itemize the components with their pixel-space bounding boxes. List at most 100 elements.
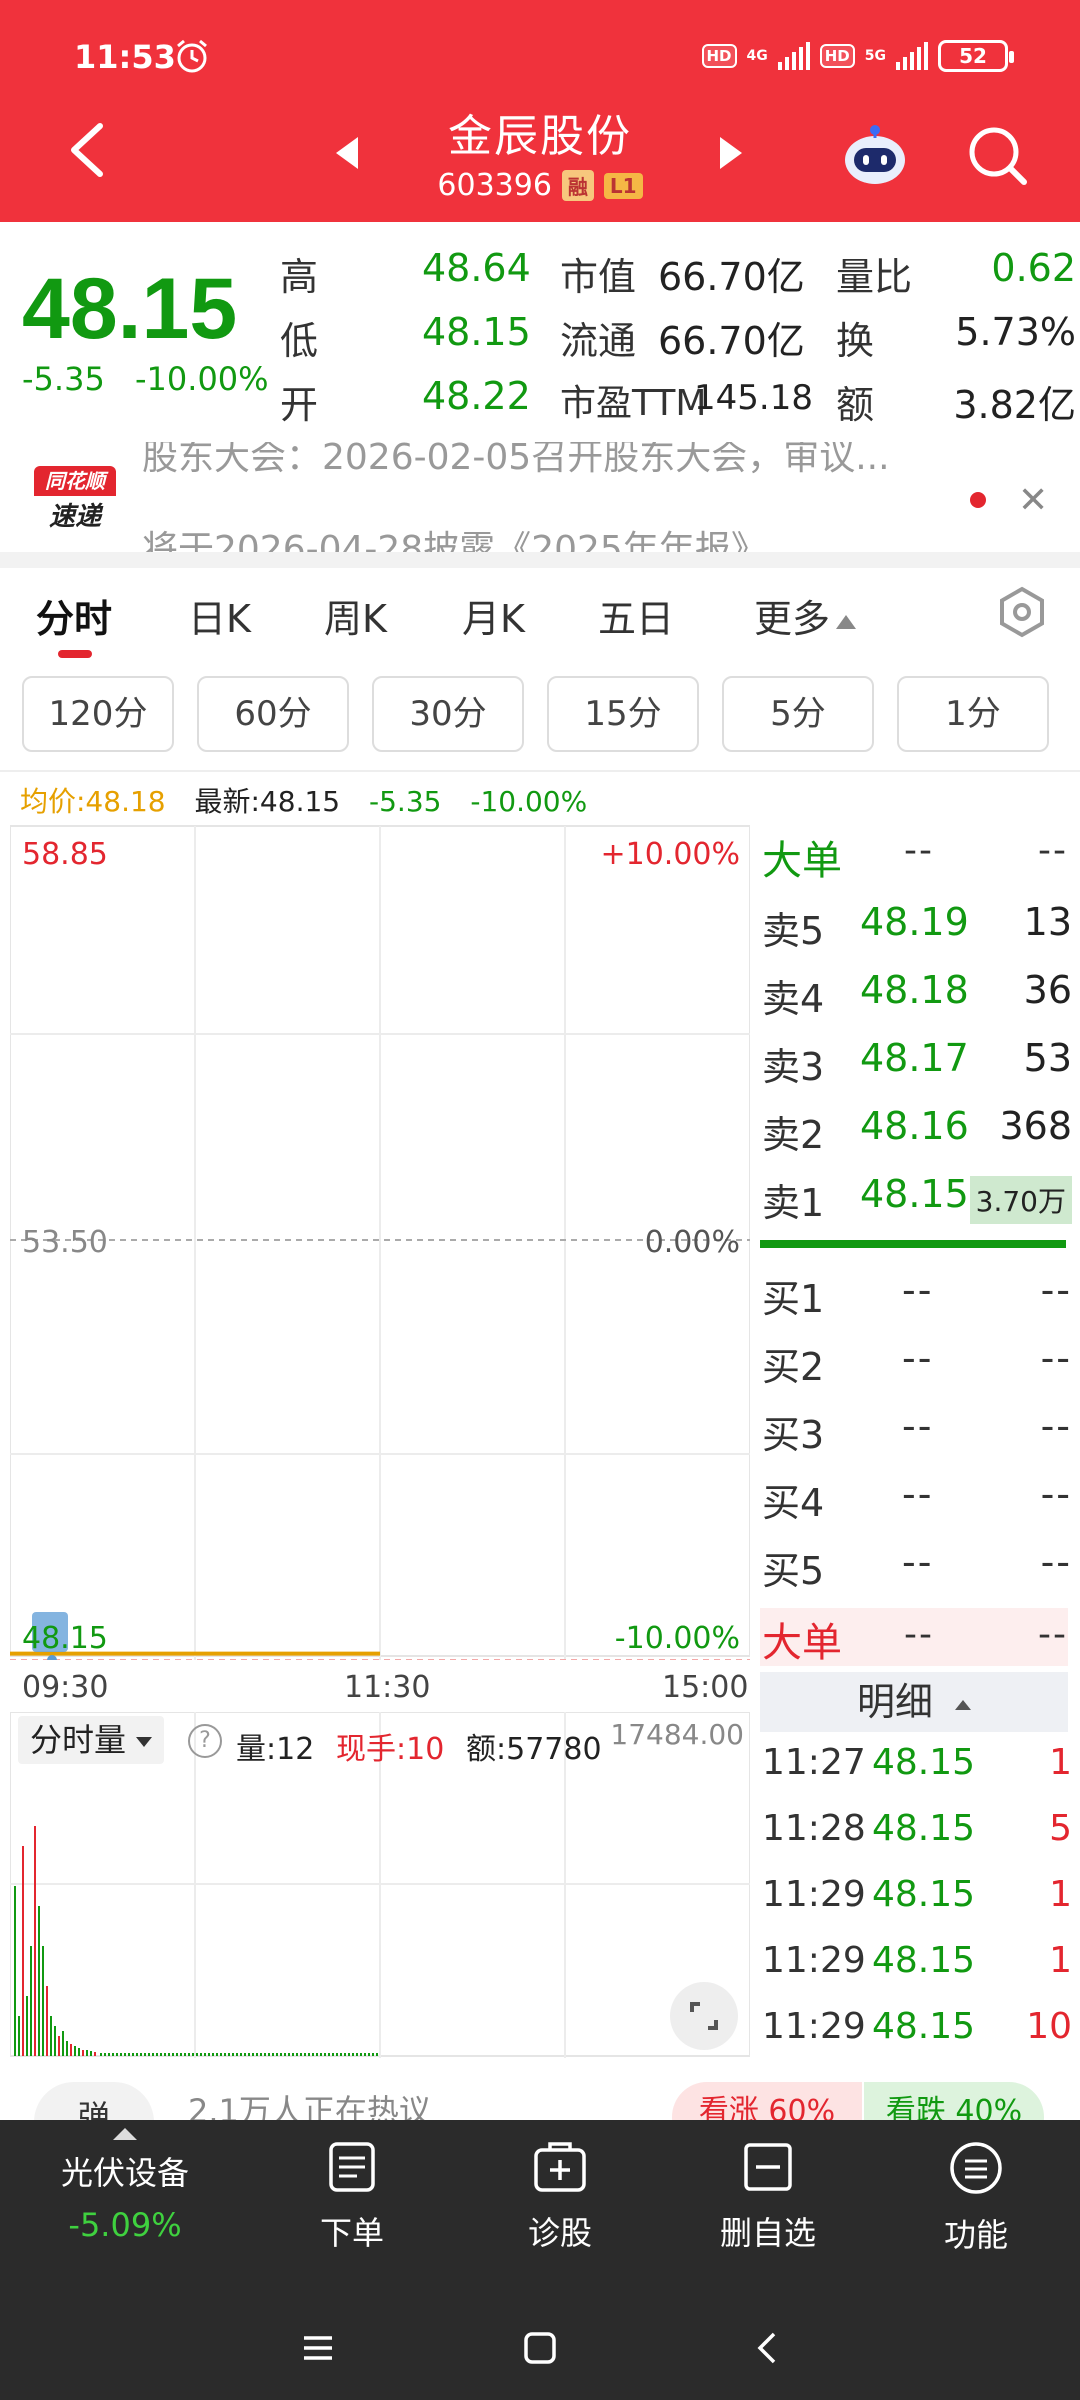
- tab-more-label: 更多: [754, 597, 831, 641]
- volume-bar: [62, 2031, 64, 2056]
- network-4g-label: 4G: [746, 48, 768, 64]
- tab-five-day[interactable]: 五日: [598, 588, 674, 643]
- tab-intraday[interactable]: 分时: [36, 588, 112, 643]
- tab-daily-k[interactable]: 日K: [188, 588, 251, 643]
- volume-bar: [252, 2053, 254, 2056]
- ask-label: 卖3: [762, 1045, 825, 1089]
- function-button[interactable]: 功能: [876, 2140, 1076, 2256]
- tab-more[interactable]: 更多: [754, 588, 857, 643]
- search-icon[interactable]: [966, 124, 1030, 188]
- tick-price: 48.15: [872, 1874, 976, 1915]
- detail-header[interactable]: 明细: [760, 1672, 1068, 1732]
- volume-bar: [300, 2053, 302, 2056]
- settings-hexagon-icon[interactable]: [996, 586, 1048, 638]
- period-60m[interactable]: 60分: [197, 676, 349, 752]
- signal-icon: [896, 42, 928, 70]
- app-header: 11:53 HD 4G HD 5G 52 金辰股份 603396 融 L1: [0, 0, 1080, 222]
- bid-label: 买1: [762, 1277, 825, 1321]
- expand-icon[interactable]: [670, 1982, 738, 2050]
- volume-bar: [256, 2053, 258, 2056]
- period-15m[interactable]: 15分: [547, 676, 699, 752]
- tab-monthly-k[interactable]: 月K: [462, 588, 525, 643]
- volume-bar: [144, 2053, 146, 2056]
- bid-volume: --: [1040, 1336, 1072, 1380]
- news-headline[interactable]: 股东大会：2026-02-05召开股东大会，审议...: [142, 442, 890, 480]
- volume-bar: [168, 2053, 170, 2056]
- volume-bar: [128, 2053, 130, 2056]
- recents-menu-icon[interactable]: [300, 2330, 336, 2366]
- volume-bar: [78, 2048, 80, 2056]
- bid-row[interactable]: 买2 -- --: [762, 1336, 1072, 1396]
- float-value: 66.70亿: [658, 319, 805, 363]
- period-120m[interactable]: 120分: [22, 676, 174, 752]
- ask-label: 卖2: [762, 1113, 825, 1157]
- period-selector: 120分 60分 30分 15分 5分 1分: [0, 672, 1080, 762]
- close-icon[interactable]: ✕: [1018, 480, 1048, 521]
- bid-row[interactable]: 买3 -- --: [762, 1404, 1072, 1464]
- period-1m[interactable]: 1分: [897, 676, 1049, 752]
- diagnose-button[interactable]: 诊股: [460, 2140, 660, 2254]
- volume-bar: [112, 2053, 114, 2056]
- ask-row[interactable]: 卖1 48.15 3.70万: [762, 1172, 1072, 1232]
- order-book: 大单 -- -- 卖5 48.19 13 卖4 48.18 36 卖3 48.17 53 卖…: [754, 824, 1074, 2064]
- volume-bar: [308, 2053, 310, 2056]
- chart-tabs: 分时 日K 周K 月K 五日 更多: [0, 568, 1080, 668]
- price-change: -5.35: [22, 360, 105, 398]
- avg-price: 均价:48.18: [20, 785, 166, 818]
- volume-bar: [336, 2053, 338, 2056]
- battery-icon: 52: [938, 40, 1014, 72]
- danmaku-toggle[interactable]: 弹: [34, 2082, 154, 2120]
- volume-bar: [352, 2053, 354, 2056]
- back-arrow-icon[interactable]: [60, 120, 120, 180]
- y-mid-label: 53.50: [22, 1225, 108, 1260]
- stock-code: 603396: [437, 168, 552, 203]
- volume-bar: [160, 2053, 162, 2056]
- volume-bar: [324, 2053, 326, 2056]
- y-min-label: 48.15: [22, 1621, 108, 1656]
- big-order-vol: --: [1038, 830, 1068, 871]
- help-icon[interactable]: ?: [188, 1724, 222, 1758]
- period-5m[interactable]: 5分: [722, 676, 874, 752]
- diagnose-label: 诊股: [527, 2214, 592, 2252]
- news-ticker[interactable]: 股东大会：2026-02-05召开股东大会，审议... 同花顺 速递 将于202…: [0, 442, 1080, 552]
- order-button[interactable]: 下单: [252, 2140, 452, 2254]
- volume-bar: [292, 2053, 294, 2056]
- bid-row[interactable]: 买1 -- --: [762, 1268, 1072, 1328]
- volume-bar: [268, 2053, 270, 2056]
- volume-bar: [74, 2046, 76, 2056]
- next-stock-arrow-icon[interactable]: [720, 137, 742, 169]
- sector-info[interactable]: 光伏设备 -5.09%: [30, 2128, 220, 2244]
- ask-row[interactable]: 卖4 48.18 36: [762, 968, 1072, 1028]
- volume-bar: [86, 2050, 88, 2056]
- volume-bar: [124, 2053, 126, 2056]
- back-chevron-icon[interactable]: [752, 2330, 782, 2366]
- volume-bar: [184, 2053, 186, 2056]
- remove-watchlist-button[interactable]: 删自选: [668, 2140, 868, 2254]
- volume-bar: [224, 2053, 226, 2056]
- tick-row: 11:29 48.15 10: [762, 2006, 1072, 2066]
- tick-row: 11:29 48.15 1: [762, 1874, 1072, 1934]
- tab-weekly-k[interactable]: 周K: [324, 588, 387, 643]
- ask-row[interactable]: 卖2 48.16 368: [762, 1104, 1072, 1164]
- home-square-icon[interactable]: [522, 2330, 558, 2366]
- ask-row[interactable]: 卖5 48.19 13: [762, 900, 1072, 960]
- intraday-chart[interactable]: 58.85 +10.00% 53.50 0.00% 48.15 -10.00%: [9, 824, 751, 1665]
- tick-price: 48.15: [872, 1940, 976, 1981]
- volume-bar: [70, 2044, 72, 2056]
- robot-assistant-icon[interactable]: [840, 120, 910, 190]
- bearish-vote[interactable]: 看跌 40%: [864, 2082, 1044, 2120]
- ask-row[interactable]: 卖3 48.17 53: [762, 1036, 1072, 1096]
- volume-bar: [204, 2053, 206, 2056]
- news-headline[interactable]: 将于2026-04-28披露《2025年年报》: [142, 520, 767, 552]
- bid-row[interactable]: 买4 -- --: [762, 1472, 1072, 1532]
- bullish-vote[interactable]: 看涨 60%: [672, 2082, 862, 2120]
- period-30m[interactable]: 30分: [372, 676, 524, 752]
- tick-time: 11:28: [762, 1808, 866, 1849]
- volume-bar: [272, 2053, 274, 2056]
- discussion-peek[interactable]: 弹 2.1万人正在热议 看涨 60% 看跌 40%: [0, 2072, 1080, 2120]
- hd-icon: HD: [819, 44, 855, 68]
- mktcap-value: 66.70亿: [658, 255, 805, 299]
- bid-row[interactable]: 买5 -- --: [762, 1540, 1072, 1600]
- vol-dropdown[interactable]: 分时量: [18, 1716, 165, 1764]
- volume-bar: [104, 2053, 106, 2056]
